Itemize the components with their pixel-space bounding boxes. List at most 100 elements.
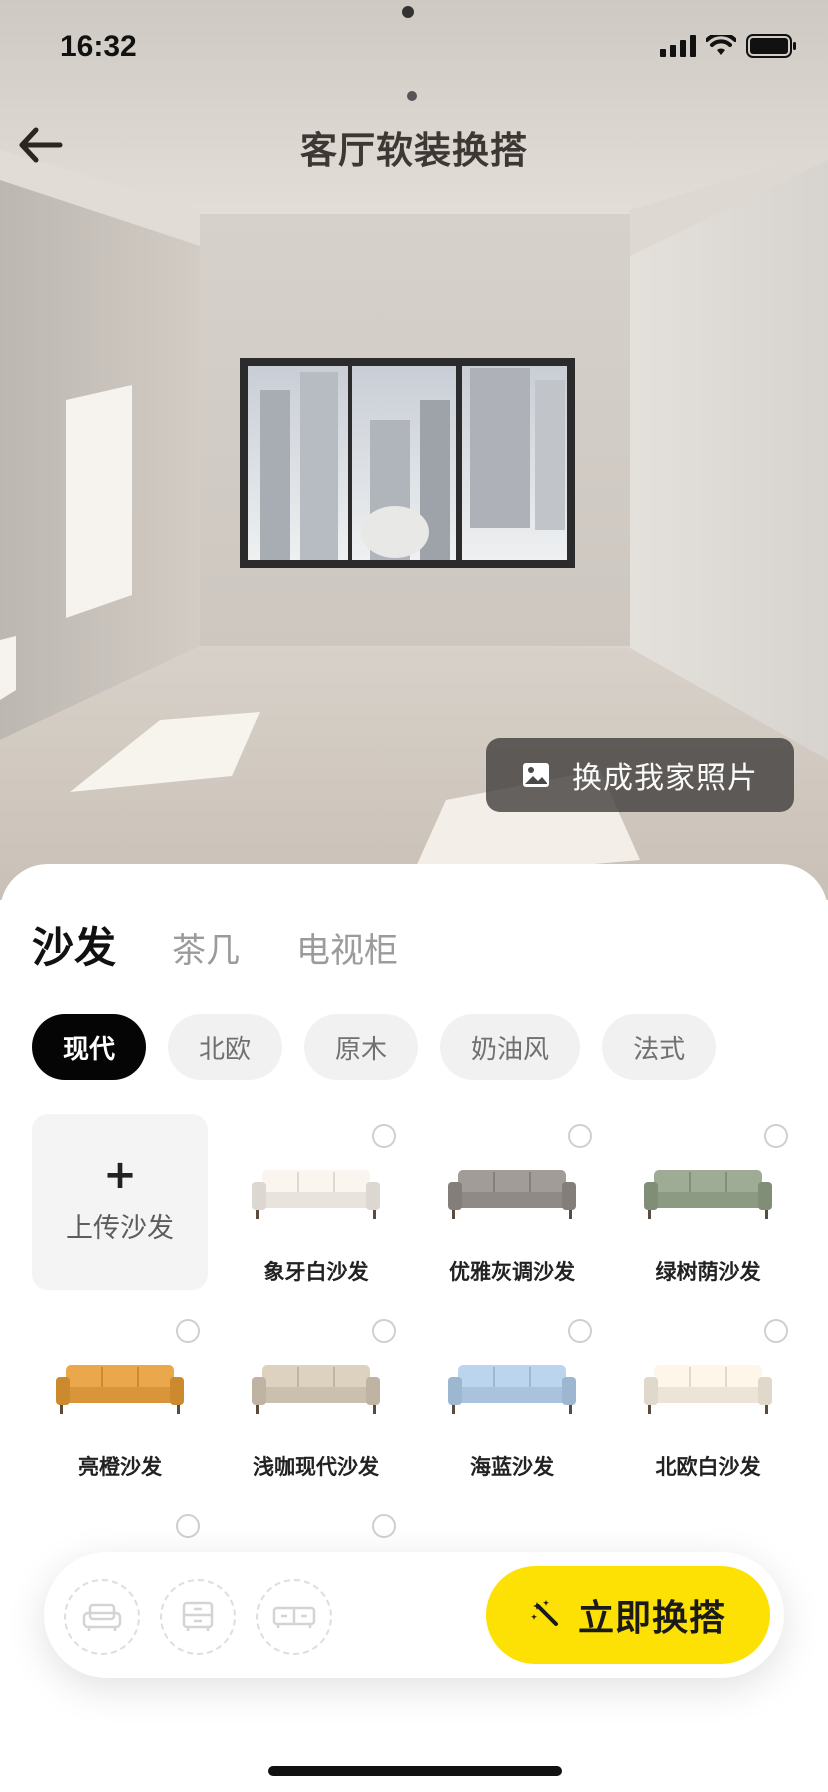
wifi-icon [706,35,736,55]
sofa-leg [177,1405,180,1414]
sofa-backrest [262,1365,370,1389]
image-icon [523,763,549,787]
sofa-left-arm [252,1377,266,1405]
chip-modern[interactable]: 现代 [32,1014,147,1080]
sofa-seat [458,1387,566,1403]
product-name: 浅咖现代沙发 [253,1455,379,1479]
sofa-seat [654,1387,762,1403]
select-radio[interactable] [372,1124,396,1148]
sofa-slot[interactable] [64,1579,140,1655]
sofa-seat [458,1192,566,1208]
replace-photo-label: 换成我家照片 [572,761,758,796]
sofa-slot-icon [82,1603,122,1631]
sofa-seat [262,1192,370,1208]
chip-wood[interactable]: 原木 [304,1014,419,1080]
product-card[interactable]: 绿树荫沙发 [620,1114,796,1290]
sofa-left-arm [448,1377,462,1405]
select-radio[interactable] [176,1319,200,1343]
sofa-thumbnail [644,1170,772,1219]
replace-photo-button[interactable]: 换成我家照片 [486,738,794,812]
sofa-backrest [66,1365,174,1389]
product-name: 北欧白沙发 [655,1455,761,1479]
chip-french[interactable]: 法式 [602,1014,717,1080]
sofa-backrest [458,1170,566,1194]
product-name: 海蓝沙发 [470,1455,554,1479]
apply-now-button[interactable]: 立即换搭 [486,1566,770,1664]
product-card[interactable]: 优雅灰调沙发 [424,1114,600,1290]
apply-now-label: 立即换搭 [577,1598,726,1639]
magic-wand-icon [530,1600,558,1626]
chip-nordic[interactable]: 北欧 [168,1014,283,1080]
sofa-thumbnail [644,1365,772,1414]
sofa-backrest [654,1170,762,1194]
sofa-leg [648,1405,651,1414]
signal-icon [660,35,696,57]
product-card[interactable]: 浅咖现代沙发 [228,1309,404,1485]
product-name: 象牙白沙发 [263,1260,369,1284]
tv-cabinet-slot[interactable] [256,1579,332,1655]
sofa-left-arm [252,1182,266,1210]
select-radio[interactable] [764,1124,788,1148]
product-name: 绿树荫沙发 [655,1260,761,1284]
sofa-backrest [262,1170,370,1194]
sofa-left-arm [644,1182,658,1210]
status-bar: 16:32 [0,0,828,100]
sofa-leg [373,1210,376,1219]
select-radio[interactable] [176,1514,200,1538]
sofa-leg [452,1210,455,1219]
category-tabs: 沙发 茶几 电视柜 [32,914,398,975]
tab-tv-cabinet[interactable]: 电视柜 [296,923,398,972]
chip-cream[interactable]: 奶油风 [440,1014,581,1080]
product-card[interactable]: 象牙白沙发 [228,1114,404,1290]
sofa-backrest [458,1365,566,1389]
tab-sofa[interactable]: 沙发 [32,914,116,975]
sofa-leg [765,1405,768,1414]
tab-coffee-table[interactable]: 茶几 [172,923,240,972]
coffee-table-slot-icon [182,1601,214,1631]
sofa-thumbnail [252,1365,380,1414]
sofa-left-arm [448,1182,462,1210]
select-radio[interactable] [568,1124,592,1148]
battery-icon [746,34,796,58]
product-card[interactable]: 亮橙沙发 [32,1309,208,1485]
sofa-right-arm [170,1377,184,1405]
sofa-thumbnail [448,1170,576,1219]
status-time: 16:32 [60,30,137,63]
select-radio[interactable] [372,1514,396,1538]
action-bar: 立即换搭 [44,1552,784,1678]
sofa-leg [60,1405,63,1414]
plus-icon: + [103,1152,137,1198]
sofa-right-arm [758,1182,772,1210]
status-icons [660,34,798,58]
sofa-backrest [654,1365,762,1389]
sofa-left-arm [644,1377,658,1405]
sofa-right-arm [366,1377,380,1405]
sofa-right-arm [366,1182,380,1210]
sofa-leg [765,1210,768,1219]
sofa-right-arm [758,1377,772,1405]
product-card[interactable]: 北欧白沙发 [620,1309,796,1485]
coffee-table-slot[interactable] [160,1579,236,1655]
sofa-left-arm [56,1377,70,1405]
sofa-right-arm [562,1182,576,1210]
select-radio[interactable] [372,1319,396,1343]
sofa-thumbnail [252,1170,380,1219]
sofa-seat [262,1387,370,1403]
sofa-thumbnail [56,1365,184,1414]
select-radio[interactable] [568,1319,592,1343]
sofa-leg [569,1210,572,1219]
upload-sofa-button[interactable]: + 上传沙发 [32,1114,208,1290]
tv-cabinet-slot-icon [272,1606,316,1628]
sofa-seat [66,1387,174,1403]
sofa-leg [373,1405,376,1414]
sofa-seat [654,1192,762,1208]
sofa-leg [256,1210,259,1219]
product-card[interactable]: 海蓝沙发 [424,1309,600,1485]
sofa-thumbnail [448,1365,576,1414]
nav-bar: 客厅软装换搭 [0,110,828,180]
home-indicator [268,1766,562,1776]
page-title: 客厅软装换搭 [300,129,528,172]
sofa-right-arm [562,1377,576,1405]
select-radio[interactable] [764,1319,788,1343]
product-name: 优雅灰调沙发 [449,1260,575,1284]
